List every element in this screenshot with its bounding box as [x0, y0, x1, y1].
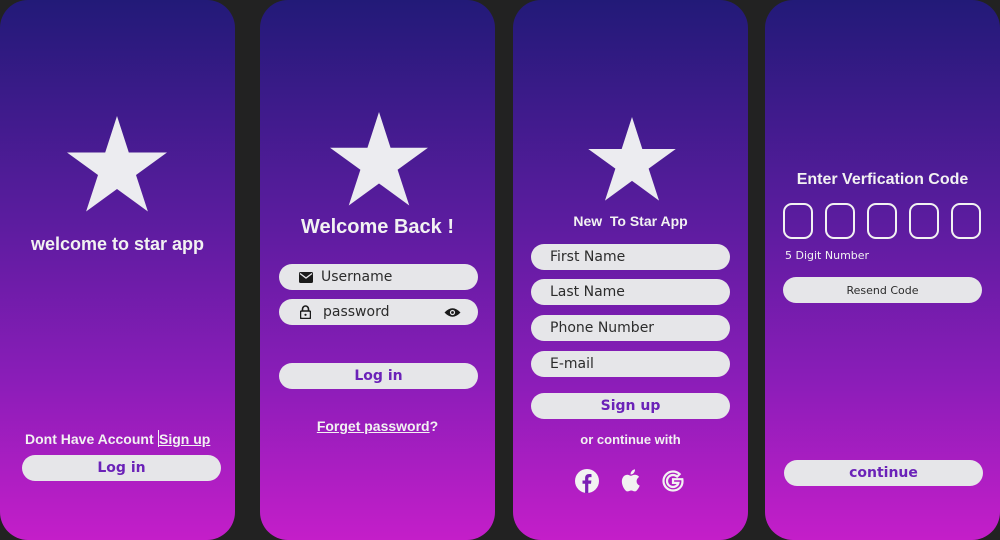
- last-name-field[interactable]: Last Name: [531, 279, 730, 305]
- facebook-icon[interactable]: [575, 469, 599, 498]
- code-digit-box[interactable]: [825, 203, 855, 239]
- code-digit-box[interactable]: [951, 203, 981, 239]
- password-field[interactable]: password: [279, 299, 478, 325]
- verification-title: Enter Verfication Code: [796, 171, 969, 188]
- forgot-password-link[interactable]: Forget password: [317, 418, 430, 434]
- welcome-title: welcome to star app: [30, 234, 205, 254]
- forgot-password-suffix: ?: [429, 418, 439, 434]
- continue-with-text: or continue with: [580, 432, 681, 447]
- resend-code-button[interactable]: Resend Code: [783, 277, 982, 303]
- signup-button[interactable]: Sign up: [531, 393, 730, 419]
- star-logo-icon: [67, 116, 167, 212]
- star-logo-icon: [588, 117, 676, 201]
- resend-code-label: Resend Code: [846, 283, 919, 297]
- star-logo-icon: [330, 112, 428, 206]
- password-placeholder: password: [323, 304, 390, 320]
- continue-button-label: continue: [849, 465, 918, 481]
- login-screen: Welcome Back ! Username password Log in …: [260, 0, 495, 540]
- code-digit-box[interactable]: [783, 203, 813, 239]
- username-placeholder: Username: [321, 269, 393, 285]
- first-name-field[interactable]: First Name: [531, 244, 730, 270]
- phone-number-placeholder: Phone Number: [550, 320, 655, 336]
- mail-icon: [299, 271, 313, 283]
- first-name-placeholder: First Name: [550, 249, 626, 265]
- google-icon[interactable]: [661, 469, 685, 498]
- login-button[interactable]: Log in: [22, 455, 221, 481]
- forgot-password: Forget password?: [260, 418, 495, 434]
- welcome-back-title: Welcome Back !: [300, 216, 455, 238]
- no-account-prompt: Dont Have Account Sign up: [25, 430, 210, 447]
- lock-icon: [300, 305, 311, 319]
- login-button-label: Log in: [354, 368, 403, 384]
- login-button-label: Log in: [97, 460, 146, 476]
- email-placeholder: E-mail: [550, 356, 594, 372]
- welcome-screen: welcome to star app Dont Have Account Si…: [0, 0, 235, 540]
- continue-button[interactable]: continue: [784, 460, 983, 486]
- last-name-placeholder: Last Name: [550, 284, 625, 300]
- code-hint: 5 Digit Number: [785, 249, 870, 262]
- signup-button-label: Sign up: [600, 398, 661, 414]
- email-field[interactable]: E-mail: [531, 351, 730, 377]
- code-digit-box[interactable]: [909, 203, 939, 239]
- code-digit-box[interactable]: [867, 203, 897, 239]
- apple-icon[interactable]: [619, 468, 641, 498]
- username-field[interactable]: Username: [279, 264, 478, 290]
- login-button[interactable]: Log in: [279, 363, 478, 389]
- signup-title: New To Star App: [573, 213, 688, 229]
- phone-number-field[interactable]: Phone Number: [531, 315, 730, 341]
- signup-screen: New To Star App First Name Last Name Pho…: [513, 0, 748, 540]
- sign-up-link[interactable]: Sign up: [159, 431, 210, 447]
- eye-icon[interactable]: [444, 307, 461, 318]
- no-account-text: Dont Have Account: [25, 431, 158, 447]
- verification-screen: Enter Verfication Code 5 Digit Number Re…: [765, 0, 1000, 540]
